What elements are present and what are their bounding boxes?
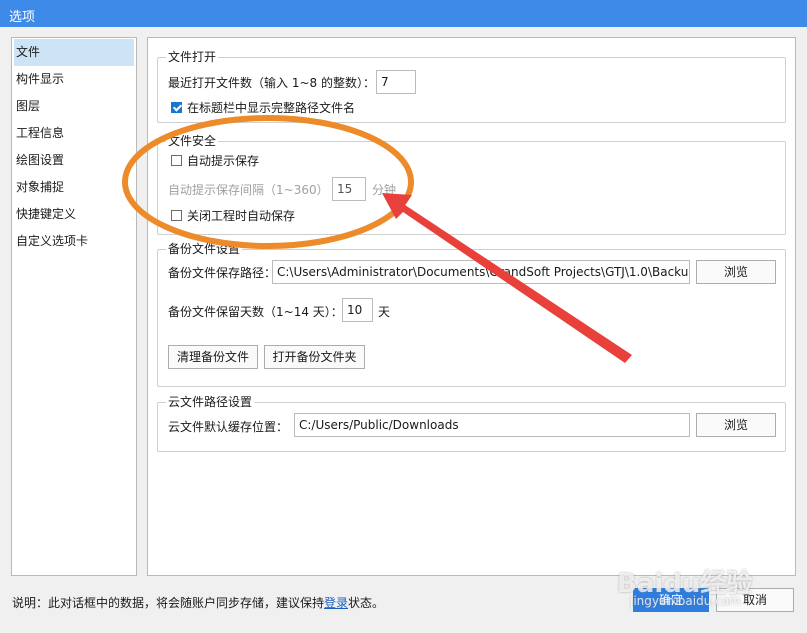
cloud-group-title: 云文件路径设置 bbox=[166, 395, 255, 409]
backup-days-label: 备份文件保留天数（1~14 天）： bbox=[168, 305, 343, 319]
sidebar-item-layer[interactable]: 图层 bbox=[12, 93, 136, 120]
autosave-on-close-label: 关闭工程时自动保存 bbox=[187, 209, 296, 223]
show-full-path-label: 在标题栏中显示完整路径文件名 bbox=[187, 101, 356, 115]
cloud-group: 云文件路径设置 云文件默认缓存位置： C:/Users/Public/Downl… bbox=[157, 395, 786, 452]
sidebar-item-object-snap[interactable]: 对象捕捉 bbox=[12, 174, 136, 201]
save-interval-input[interactable]: 15 bbox=[332, 177, 366, 201]
backup-path-input[interactable]: C:\Users\Administrator\Documents\GrandSo… bbox=[272, 260, 690, 284]
recent-files-input[interactable]: 7 bbox=[376, 70, 416, 94]
backup-group-title: 备份文件设置 bbox=[166, 242, 243, 256]
sidebar-item-drawing-settings[interactable]: 绘图设置 bbox=[12, 147, 136, 174]
footer-note-suffix: 状态。 bbox=[348, 596, 385, 610]
file-security-group: 文件安全 自动提示保存 自动提示保存间隔（1~360） 15 分钟 关闭工程时自… bbox=[157, 134, 786, 235]
recent-files-label: 最近打开文件数（输入 1~8 的整数）： bbox=[168, 76, 375, 90]
cloud-cache-input[interactable]: C:/Users/Public/Downloads bbox=[294, 413, 690, 437]
autosave-on-close-checkbox[interactable] bbox=[171, 210, 182, 221]
save-interval-unit: 分钟 bbox=[372, 183, 397, 197]
show-full-path-checkbox[interactable] bbox=[171, 102, 182, 113]
footer-note: 说明：此对话框中的数据，将会随账户同步存储，建议保持登录状态。 bbox=[12, 594, 384, 611]
sidebar-item-component-display[interactable]: 构件显示 bbox=[12, 66, 136, 93]
sidebar: 文件 构件显示 图层 工程信息 绘图设置 对象捕捉 快捷键定义 自定义选项卡 bbox=[11, 37, 137, 576]
baidu-watermark-url: jingyan.baidu.com bbox=[630, 594, 741, 608]
clean-backup-button[interactable]: 清理备份文件 bbox=[168, 345, 258, 369]
backup-browse-button[interactable]: 浏览 bbox=[696, 260, 776, 284]
sidebar-item-shortcut-keys[interactable]: 快捷键定义 bbox=[12, 201, 136, 228]
login-link[interactable]: 登录 bbox=[324, 596, 348, 610]
settings-panel: 文件打开 最近打开文件数（输入 1~8 的整数）： 7 在标题栏中显示完整路径文… bbox=[147, 37, 796, 576]
footer-note-prefix: 说明：此对话框中的数据，将会随账户同步存储，建议保持 bbox=[12, 596, 325, 610]
sidebar-item-file[interactable]: 文件 bbox=[14, 39, 134, 66]
auto-prompt-save-label: 自动提示保存 bbox=[187, 154, 260, 168]
cloud-cache-label: 云文件默认缓存位置： bbox=[168, 420, 289, 434]
open-backup-folder-button[interactable]: 打开备份文件夹 bbox=[264, 345, 365, 369]
title-bar: 选项 bbox=[0, 0, 807, 27]
file-open-group: 文件打开 最近打开文件数（输入 1~8 的整数）： 7 在标题栏中显示完整路径文… bbox=[157, 50, 786, 123]
sidebar-item-custom-tabs[interactable]: 自定义选项卡 bbox=[12, 228, 136, 255]
backup-days-unit: 天 bbox=[378, 305, 391, 319]
file-open-group-title: 文件打开 bbox=[166, 50, 219, 64]
sidebar-item-project-info[interactable]: 工程信息 bbox=[12, 120, 136, 147]
backup-group: 备份文件设置 备份文件保存路径： C:\Users\Administrator\… bbox=[157, 242, 786, 387]
save-interval-label: 自动提示保存间隔（1~360） bbox=[168, 183, 329, 197]
auto-prompt-save-checkbox[interactable] bbox=[171, 155, 182, 166]
backup-days-input[interactable]: 10 bbox=[342, 298, 373, 322]
window-title: 选项 bbox=[9, 10, 36, 25]
file-security-group-title: 文件安全 bbox=[166, 134, 219, 148]
cloud-browse-button[interactable]: 浏览 bbox=[696, 413, 776, 437]
backup-path-label: 备份文件保存路径： bbox=[168, 266, 277, 280]
